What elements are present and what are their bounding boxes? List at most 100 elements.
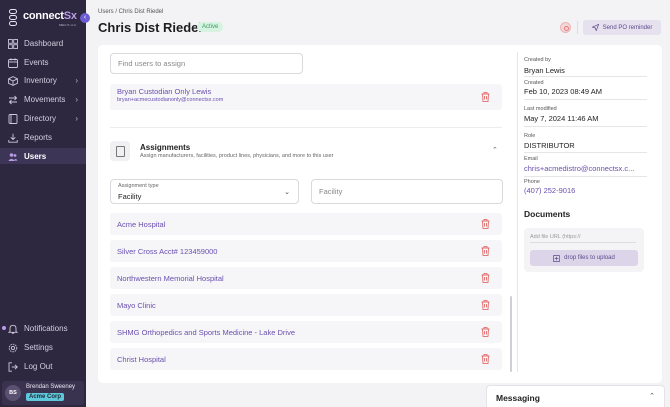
current-user-name: Brendan Sweeney — [26, 384, 76, 390]
current-user-card[interactable]: BS Brendan Sweeney Acme Corp — [2, 381, 84, 405]
assignments-subtitle: Assign manufacturers, facilities, produc… — [140, 153, 334, 159]
trash-icon[interactable] — [481, 354, 490, 364]
role-label: Role — [524, 133, 536, 139]
modified-value: May 7, 2024 11:46 AM — [524, 114, 599, 123]
sidebar-item-label: Events — [24, 58, 49, 67]
field-divider — [524, 176, 647, 177]
sidebar-item-logout[interactable]: Log Out — [8, 359, 84, 374]
chevron-right-icon: › — [75, 76, 78, 85]
logout-icon — [8, 361, 18, 372]
sidebar-item-reports[interactable]: Reports — [8, 130, 84, 145]
sidebar-item-inventory[interactable]: Inventory › — [8, 73, 84, 88]
download-icon — [8, 133, 18, 143]
phone-link[interactable]: (407) 252-9016 — [524, 186, 575, 195]
sidebar-item-users[interactable]: Users — [8, 149, 84, 164]
file-url-input[interactable]: Add file URL (https:// — [530, 234, 636, 243]
created-by-label: Created by — [524, 57, 551, 63]
status-badge: Active — [197, 22, 224, 32]
users-icon — [8, 152, 18, 161]
assignment-type-value: Facility — [118, 192, 142, 201]
assignment-row-label[interactable]: Christ Hospital — [117, 355, 166, 364]
assignment-row: Mayo Clinic — [110, 294, 502, 316]
trash-icon[interactable] — [481, 300, 490, 310]
sidebar-item-label: Log Out — [24, 362, 53, 371]
breadcrumb[interactable]: Users / Chris Dist Riedel — [98, 9, 163, 15]
panel-divider — [517, 52, 518, 372]
org-badge: Acme Corp — [26, 393, 65, 401]
collapse-sidebar-button[interactable]: ‹ — [80, 13, 90, 23]
logo-mark-icon — [9, 9, 19, 31]
field-divider — [524, 76, 647, 77]
trash-icon[interactable] — [481, 327, 490, 337]
arrows-icon — [8, 95, 18, 104]
book-icon — [8, 113, 18, 124]
page-title: Chris Dist Riedel — [98, 20, 203, 35]
scrollbar-thumb[interactable] — [510, 296, 512, 372]
avatar: BS — [5, 385, 21, 401]
sidebar-item-events[interactable]: Events — [8, 55, 84, 70]
assigned-user-name[interactable]: Bryan Custodian Only Lewis — [117, 87, 211, 96]
email-link[interactable]: chris+acmedistro@connectsx.c... — [524, 164, 634, 173]
sidebar-item-settings[interactable]: Settings — [8, 340, 84, 355]
chevron-right-icon: › — [75, 114, 78, 123]
chevron-up-icon[interactable]: ⌃ — [649, 392, 655, 400]
bell-icon — [8, 324, 18, 334]
sidebar-item-label: Notifications — [24, 324, 68, 333]
send-icon — [591, 24, 599, 31]
upload-dropzone[interactable]: drop files to upload — [530, 250, 638, 266]
field-divider — [524, 99, 647, 100]
trash-icon[interactable] — [481, 246, 490, 256]
created-by-value: Bryan Lewis — [524, 66, 565, 75]
sidebar-item-directory[interactable]: Directory › — [8, 111, 84, 126]
sidebar-item-notifications[interactable]: Notifications — [8, 321, 84, 336]
trash-icon[interactable] — [481, 219, 490, 229]
assignment-type-label: Assignment type — [118, 183, 159, 189]
created-value: Feb 10, 2023 08:49 AM — [524, 87, 602, 96]
section-divider — [110, 127, 502, 128]
assignment-row-label[interactable]: Silver Cross Acct# 123459000 — [117, 247, 217, 256]
trash-icon[interactable] — [481, 273, 490, 283]
field-divider — [524, 126, 647, 127]
connectsx-logo[interactable]: connectSx MED-IT, LLC — [9, 9, 79, 31]
sidebar-item-label: Dashboard — [24, 39, 64, 48]
assignment-row: Northwestern Memorial Hospital — [110, 267, 502, 289]
email-label: Email — [524, 156, 538, 162]
assignment-type-select[interactable]: Assignment type Facility ⌄ — [110, 179, 299, 204]
upload-label: drop files to upload — [564, 255, 615, 261]
document-upload-box: Add file URL (https:// drop files to upl… — [524, 228, 644, 272]
upload-icon — [553, 254, 561, 262]
trash-icon[interactable] — [481, 92, 490, 102]
role-value: DISTRIBUTOR — [524, 141, 575, 150]
documents-title: Documents — [524, 209, 571, 219]
find-users-input[interactable]: Find users to assign — [110, 53, 303, 74]
chevron-up-icon[interactable]: ⌃ — [492, 146, 498, 154]
assignments-icon — [110, 141, 130, 161]
assignment-row-label[interactable]: Northwestern Memorial Hospital — [117, 274, 224, 283]
send-po-reminder-button[interactable]: Send PO reminder — [583, 20, 661, 35]
assignment-row-label[interactable]: Acme Hospital — [117, 220, 165, 229]
assignment-row: Acme Hospital — [110, 213, 502, 235]
sidebar-item-dashboard[interactable]: Dashboard — [8, 36, 84, 51]
messaging-title: Messaging — [496, 393, 540, 403]
box-icon — [8, 75, 18, 86]
chevron-right-icon: › — [75, 95, 78, 104]
send-po-reminder-label: Send PO reminder — [602, 24, 653, 31]
sidebar-item-label: Directory — [24, 114, 57, 123]
calendar-icon — [8, 57, 18, 68]
logo-subtitle: MED-IT, LLC — [59, 23, 77, 27]
assignment-row-label[interactable]: Mayo Clinic — [117, 301, 156, 310]
notification-dot — [2, 326, 6, 330]
assignments-title: Assignments — [140, 143, 191, 152]
gear-icon — [8, 343, 18, 352]
assignment-row-label[interactable]: SHMG Orthopedics and Sports Medicine - L… — [117, 328, 295, 337]
sidebar-item-label: Reports — [24, 133, 53, 142]
messaging-panel[interactable]: Messaging ⌃ — [486, 385, 665, 407]
facility-input[interactable]: Facility — [311, 179, 503, 204]
sidebar-item-movements[interactable]: Movements › — [8, 92, 84, 107]
sidebar-item-label: Users — [24, 152, 47, 161]
target-icon[interactable] — [560, 22, 571, 33]
sidebar-item-label: Movements — [24, 95, 66, 104]
modified-label: Last modified — [524, 106, 557, 112]
sidebar-item-label: Settings — [24, 343, 53, 352]
assigned-user-email: bryan+acmecustodianonly@connectsx.com — [117, 97, 224, 103]
